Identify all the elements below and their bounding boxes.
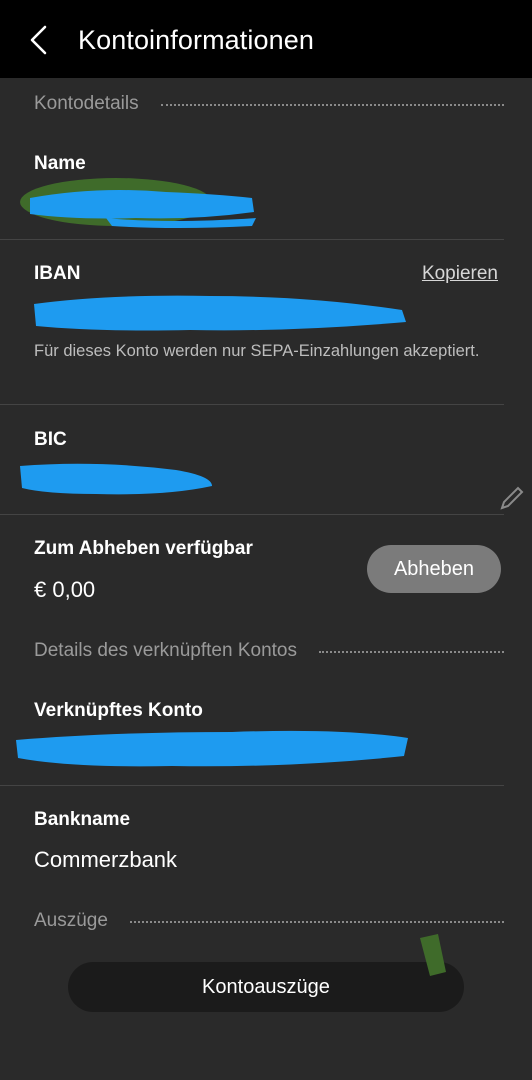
pencil-icon[interactable]	[498, 484, 526, 512]
page-title: Kontoinformationen	[78, 25, 314, 55]
dotted-divider	[319, 651, 504, 653]
divider	[0, 239, 504, 240]
divider	[0, 785, 504, 786]
section-header-linked-account: Details des verknüpften Kontos	[34, 639, 504, 663]
dotted-divider	[160, 104, 504, 106]
chevron-left-icon	[30, 25, 47, 55]
top-app-bar: Kontoinformationen	[0, 0, 532, 78]
account-info-screen: Kontoinformationen Kontodetails Name IBA…	[0, 0, 532, 1080]
divider	[0, 514, 504, 515]
redacted-mark	[420, 934, 446, 976]
section-title: Auszüge	[34, 910, 108, 931]
dotted-divider	[129, 921, 504, 923]
section-title: Kontodetails	[34, 93, 139, 114]
redacted-name	[20, 178, 256, 228]
redacted-bic	[20, 463, 212, 495]
bank-name-label: Bankname	[34, 809, 131, 830]
section-title: Details des verknüpften Kontos	[34, 640, 297, 661]
sepa-note: Für dieses Konto werden nur SEPA-Einzahl…	[34, 342, 480, 360]
copy-iban-link[interactable]: Kopieren	[422, 262, 498, 286]
bic-label: BIC	[34, 429, 67, 450]
withdraw-label: Zum Abheben verfügbar	[34, 538, 253, 559]
statements-button[interactable]: Kontoauszüge	[68, 962, 464, 1012]
withdraw-amount: € 0,00	[34, 577, 96, 602]
bank-name-value: Commerzbank	[34, 847, 178, 872]
back-button[interactable]	[22, 22, 56, 58]
redacted-iban	[34, 295, 406, 331]
iban-label: IBAN	[34, 263, 81, 284]
withdraw-button[interactable]: Abheben	[367, 545, 501, 593]
name-label: Name	[34, 153, 86, 174]
divider	[0, 404, 504, 405]
section-header-statements: Auszüge	[34, 909, 504, 933]
linked-account-label: Verknüpftes Konto	[34, 700, 203, 721]
section-header-account-details: Kontodetails	[34, 92, 504, 116]
redacted-linked-account	[16, 730, 408, 767]
